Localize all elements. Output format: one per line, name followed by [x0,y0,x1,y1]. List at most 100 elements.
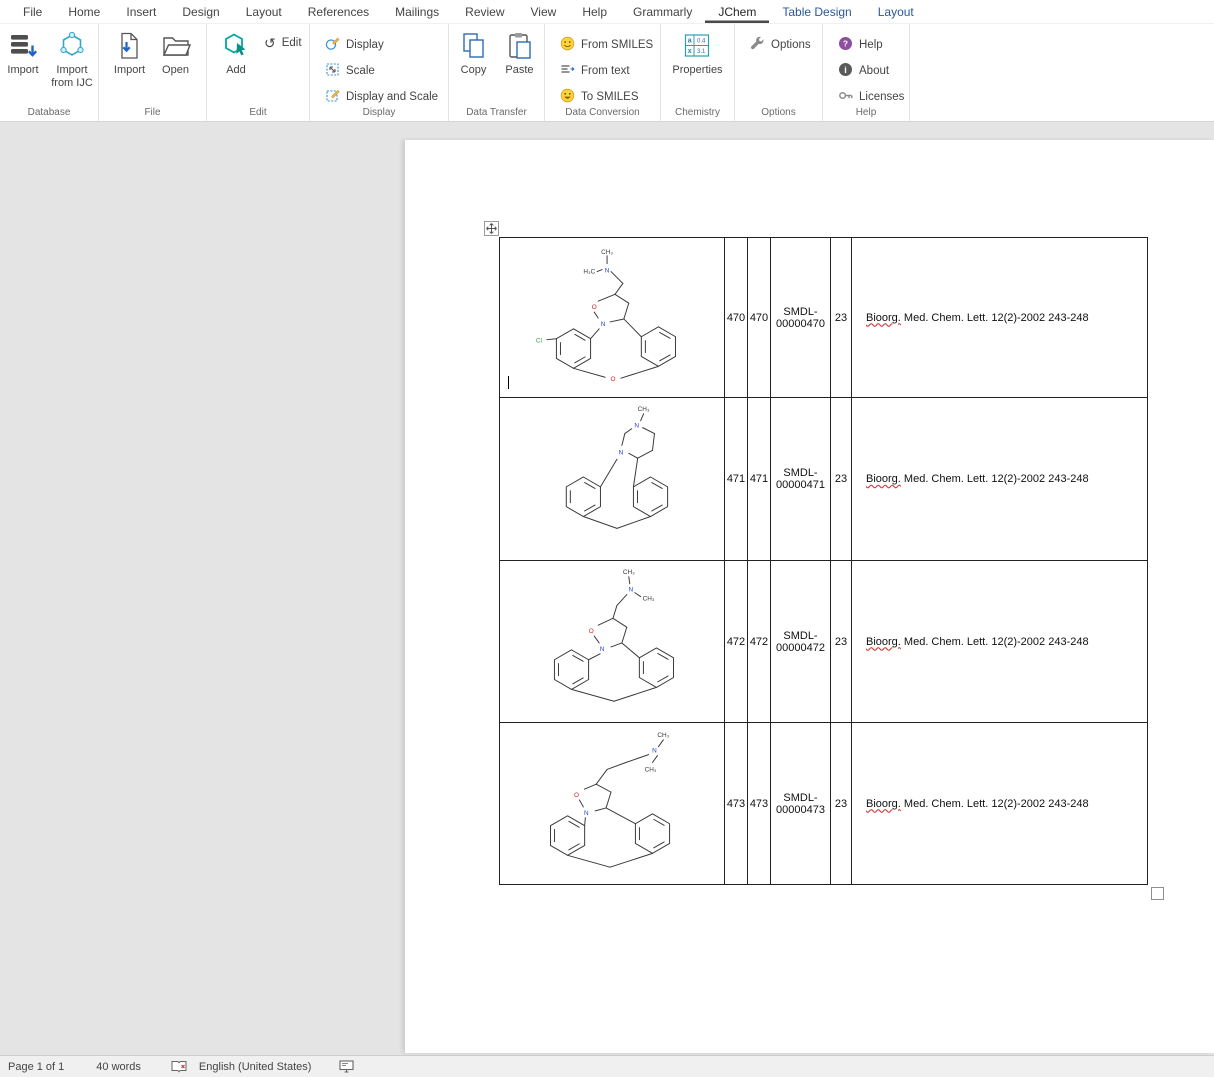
from-smiles-button[interactable]: From SMILES [557,36,656,54]
from-text-button[interactable]: From text [557,62,656,80]
info-icon: i [838,62,853,80]
citation-cell[interactable]: Bioorg. Med. Chem. Lett. 12(2)-2002 243-… [852,561,1148,723]
display-settings-icon[interactable] [339,1060,354,1073]
ref-cell[interactable]: 23 [831,398,852,561]
tab-insert[interactable]: Insert [113,0,169,23]
display-button[interactable]: Display [322,36,441,54]
citation-cell[interactable]: Bioorg. Med. Chem. Lett. 12(2)-2002 243-… [852,398,1148,561]
file-import-button[interactable]: Import [109,28,151,79]
svg-text:x: x [688,48,692,55]
id-cell[interactable]: 472 [725,561,748,723]
svg-text:?: ? [843,39,848,49]
table-move-handle[interactable] [484,221,499,236]
to-smiles-button[interactable]: To SMILES [557,88,656,106]
word-count[interactable]: 40 words [96,1061,141,1073]
id-cell[interactable]: 470 [725,238,748,398]
svg-text:CH₃: CH₃ [637,406,649,413]
tab-grammarly[interactable]: Grammarly [620,0,705,23]
group-label-data-conversion: Data Conversion [545,107,660,118]
button-label: Edit [282,37,302,49]
citation-text: Med. Chem. Lett. 12(2)-2002 243-248 [901,473,1089,485]
database-import-button[interactable]: Import [2,28,44,79]
tab-design[interactable]: Design [169,0,232,23]
database-import-from-ijc-button[interactable]: Import from IJC [48,28,96,92]
button-label: Import [114,64,145,77]
tab-jchem[interactable]: JChem [705,0,769,23]
document-page[interactable]: CH₃ H₃C N O N O Cl 470 470 SMDL-00000470… [405,140,1214,1053]
svg-text:O: O [588,628,593,635]
smdl-cell[interactable]: SMDL-00000470 [771,238,831,398]
language-indicator[interactable]: English (United States) [199,1061,312,1073]
ribbon-group-data-conversion: From SMILES From text [545,24,661,121]
citation-cell[interactable]: Bioorg. Med. Chem. Lett. 12(2)-2002 243-… [852,723,1148,885]
flagged-word: Bioorg. [866,798,901,810]
id-cell[interactable]: 471 [725,398,748,561]
scale-button[interactable]: Scale [322,62,441,80]
svg-text:N: N [628,587,633,594]
smdl-cell[interactable]: SMDL-00000473 [771,723,831,885]
table-resize-handle[interactable] [1151,887,1164,900]
ribbon-group-chemistry: a 0.4 x 3.1 Properties Chemistry [661,24,735,121]
database-import-icon [8,30,38,62]
tab-layout[interactable]: Layout [233,0,295,23]
compound-table: CH₃ H₃C N O N O Cl 470 470 SMDL-00000470… [499,237,1148,885]
tab-table-design[interactable]: Table Design [769,0,864,23]
file-open-button[interactable]: Open [155,28,197,79]
structure-cell[interactable]: CH₃ H₃C N O N O Cl [500,238,725,398]
id2-cell[interactable]: 470 [748,238,771,398]
id2-cell[interactable]: 472 [748,561,771,723]
citation-text: Med. Chem. Lett. 12(2)-2002 243-248 [901,798,1089,810]
options-button[interactable]: Options [747,36,814,54]
ref-cell[interactable]: 23 [831,723,852,885]
copy-icon [462,30,486,62]
move-cross-icon [486,223,497,234]
text-lines-icon [560,62,575,80]
jchem-ribbon: Import Import from IJC Database [0,24,1214,122]
ref-cell[interactable]: 23 [831,238,852,398]
laughing-smiley-icon [560,88,575,106]
smdl-cell[interactable]: SMDL-00000472 [771,561,831,723]
molecule-structure-470: CH₃ H₃C N O N O Cl [502,238,723,394]
button-label: From text [581,65,630,77]
tab-review[interactable]: Review [452,0,517,23]
citation-cell[interactable]: Bioorg. Med. Chem. Lett. 12(2)-2002 243-… [852,238,1148,398]
structure-cell[interactable]: CH₃ N CH₃ O N [500,561,725,723]
id2-cell[interactable]: 473 [748,723,771,885]
button-label: Help [859,39,883,51]
proofing-errors-icon[interactable] [171,1060,187,1073]
tab-table-layout[interactable]: Layout [865,0,927,23]
copy-button[interactable]: Copy [453,28,495,79]
page-indicator[interactable]: Page 1 of 1 [8,1061,64,1073]
about-button[interactable]: i About [835,62,907,80]
molecule-structure-473: CH₃ N CH₃ O N [502,723,723,881]
svg-text:N: N [584,810,589,817]
group-label-edit: Edit [207,107,309,118]
tab-home[interactable]: Home [55,0,113,23]
ref-cell[interactable]: 23 [831,561,852,723]
id-cell[interactable]: 473 [725,723,748,885]
svg-text:CH₃: CH₃ [642,596,654,603]
flagged-word: Bioorg. [866,473,901,485]
properties-button[interactable]: a 0.4 x 3.1 Properties [670,28,724,79]
display-icon [325,36,340,54]
licenses-button[interactable]: Licenses [835,88,907,106]
tab-file[interactable]: File [10,0,55,23]
display-and-scale-button[interactable]: Display and Scale [322,88,441,106]
table-row: CH₃ N N 471 471 SMDL-00000471 23 Bioorg.… [500,398,1148,561]
group-label-data-transfer: Data Transfer [449,107,544,118]
smdl-cell[interactable]: SMDL-00000471 [771,398,831,561]
add-structure-button[interactable]: Add [215,28,257,79]
edit-structure-button[interactable]: ↺ Edit [261,36,305,50]
svg-text:O: O [591,304,596,311]
tab-references[interactable]: References [295,0,382,23]
paste-button[interactable]: Paste [499,28,541,79]
help-button[interactable]: ? Help [835,36,907,54]
structure-cell[interactable]: CH₃ N N [500,398,725,561]
structure-cell[interactable]: CH₃ N CH₃ O N [500,723,725,885]
svg-text:3.1: 3.1 [698,49,707,55]
tab-mailings[interactable]: Mailings [382,0,452,23]
button-label: Display [346,39,384,51]
tab-help[interactable]: Help [569,0,620,23]
id2-cell[interactable]: 471 [748,398,771,561]
tab-view[interactable]: View [518,0,570,23]
